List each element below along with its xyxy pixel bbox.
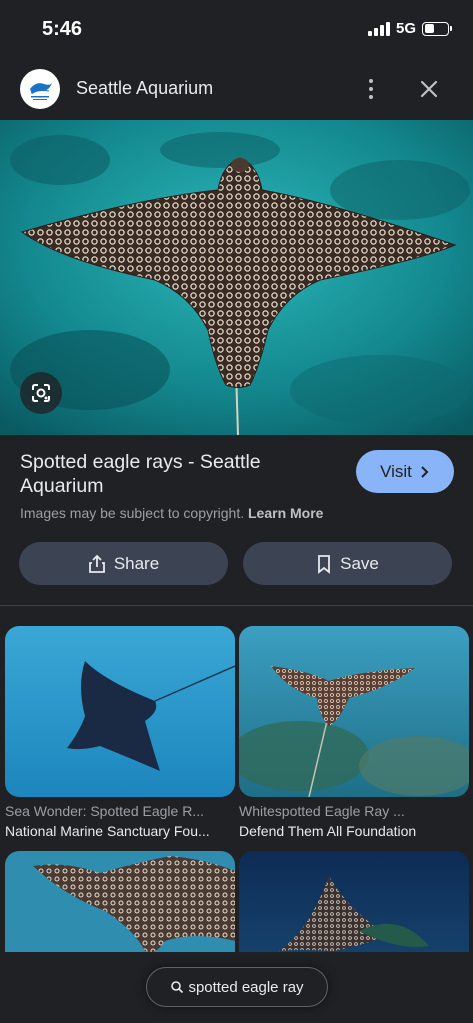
bookmark-icon	[318, 554, 331, 574]
save-button[interactable]: Save	[243, 542, 452, 585]
divider	[0, 605, 473, 606]
related-card[interactable]: Sea Wonder: Spotted Eagle R... National …	[5, 626, 235, 839]
copyright-notice: Images may be subject to copyright. Lear…	[20, 505, 323, 521]
related-image[interactable]	[239, 626, 469, 797]
copyright-text: Images may be subject to copyright.	[20, 505, 245, 521]
status-time: 5:46	[42, 18, 83, 40]
search-icon	[171, 981, 184, 994]
related-title: Sea Wonder: Spotted Eagle R...	[5, 803, 204, 819]
signal-icon	[367, 21, 390, 36]
status-icons: 5G	[367, 20, 452, 37]
site-logo[interactable]	[20, 69, 60, 109]
more-options-icon[interactable]	[356, 74, 386, 104]
related-title: Whitespotted Eagle Ray ...	[239, 803, 405, 819]
status-bar: 5:46 5G	[0, 0, 473, 60]
close-icon[interactable]	[414, 74, 444, 104]
search-query-chip[interactable]: spotted eagle ray	[146, 967, 328, 1007]
result-title[interactable]: Spotted eagle rays - Seattle Aquarium	[20, 450, 340, 498]
share-icon	[88, 554, 105, 573]
network-label: 5G	[395, 20, 416, 37]
related-source: National Marine Sanctuary Fou...	[5, 823, 210, 839]
related-card[interactable]: Whitespotted Eagle Ray ... Defend Them A…	[239, 626, 469, 839]
result-header: Seattle Aquarium	[0, 60, 473, 120]
save-label: Save	[340, 553, 379, 573]
lens-icon[interactable]	[20, 372, 62, 414]
visit-button[interactable]: Visit	[356, 450, 454, 493]
related-source: Defend Them All Foundation	[239, 823, 417, 839]
learn-more-link[interactable]: Learn More	[248, 505, 323, 521]
site-name[interactable]: Seattle Aquarium	[76, 78, 213, 99]
visit-label: Visit	[380, 461, 412, 481]
chevron-right-icon	[421, 465, 429, 478]
main-image[interactable]	[0, 120, 473, 435]
related-image[interactable]	[5, 626, 235, 797]
share-label: Share	[113, 553, 160, 573]
share-button[interactable]: Share	[19, 542, 228, 585]
battery-icon	[422, 21, 452, 36]
search-query: spotted eagle ray	[188, 978, 304, 996]
